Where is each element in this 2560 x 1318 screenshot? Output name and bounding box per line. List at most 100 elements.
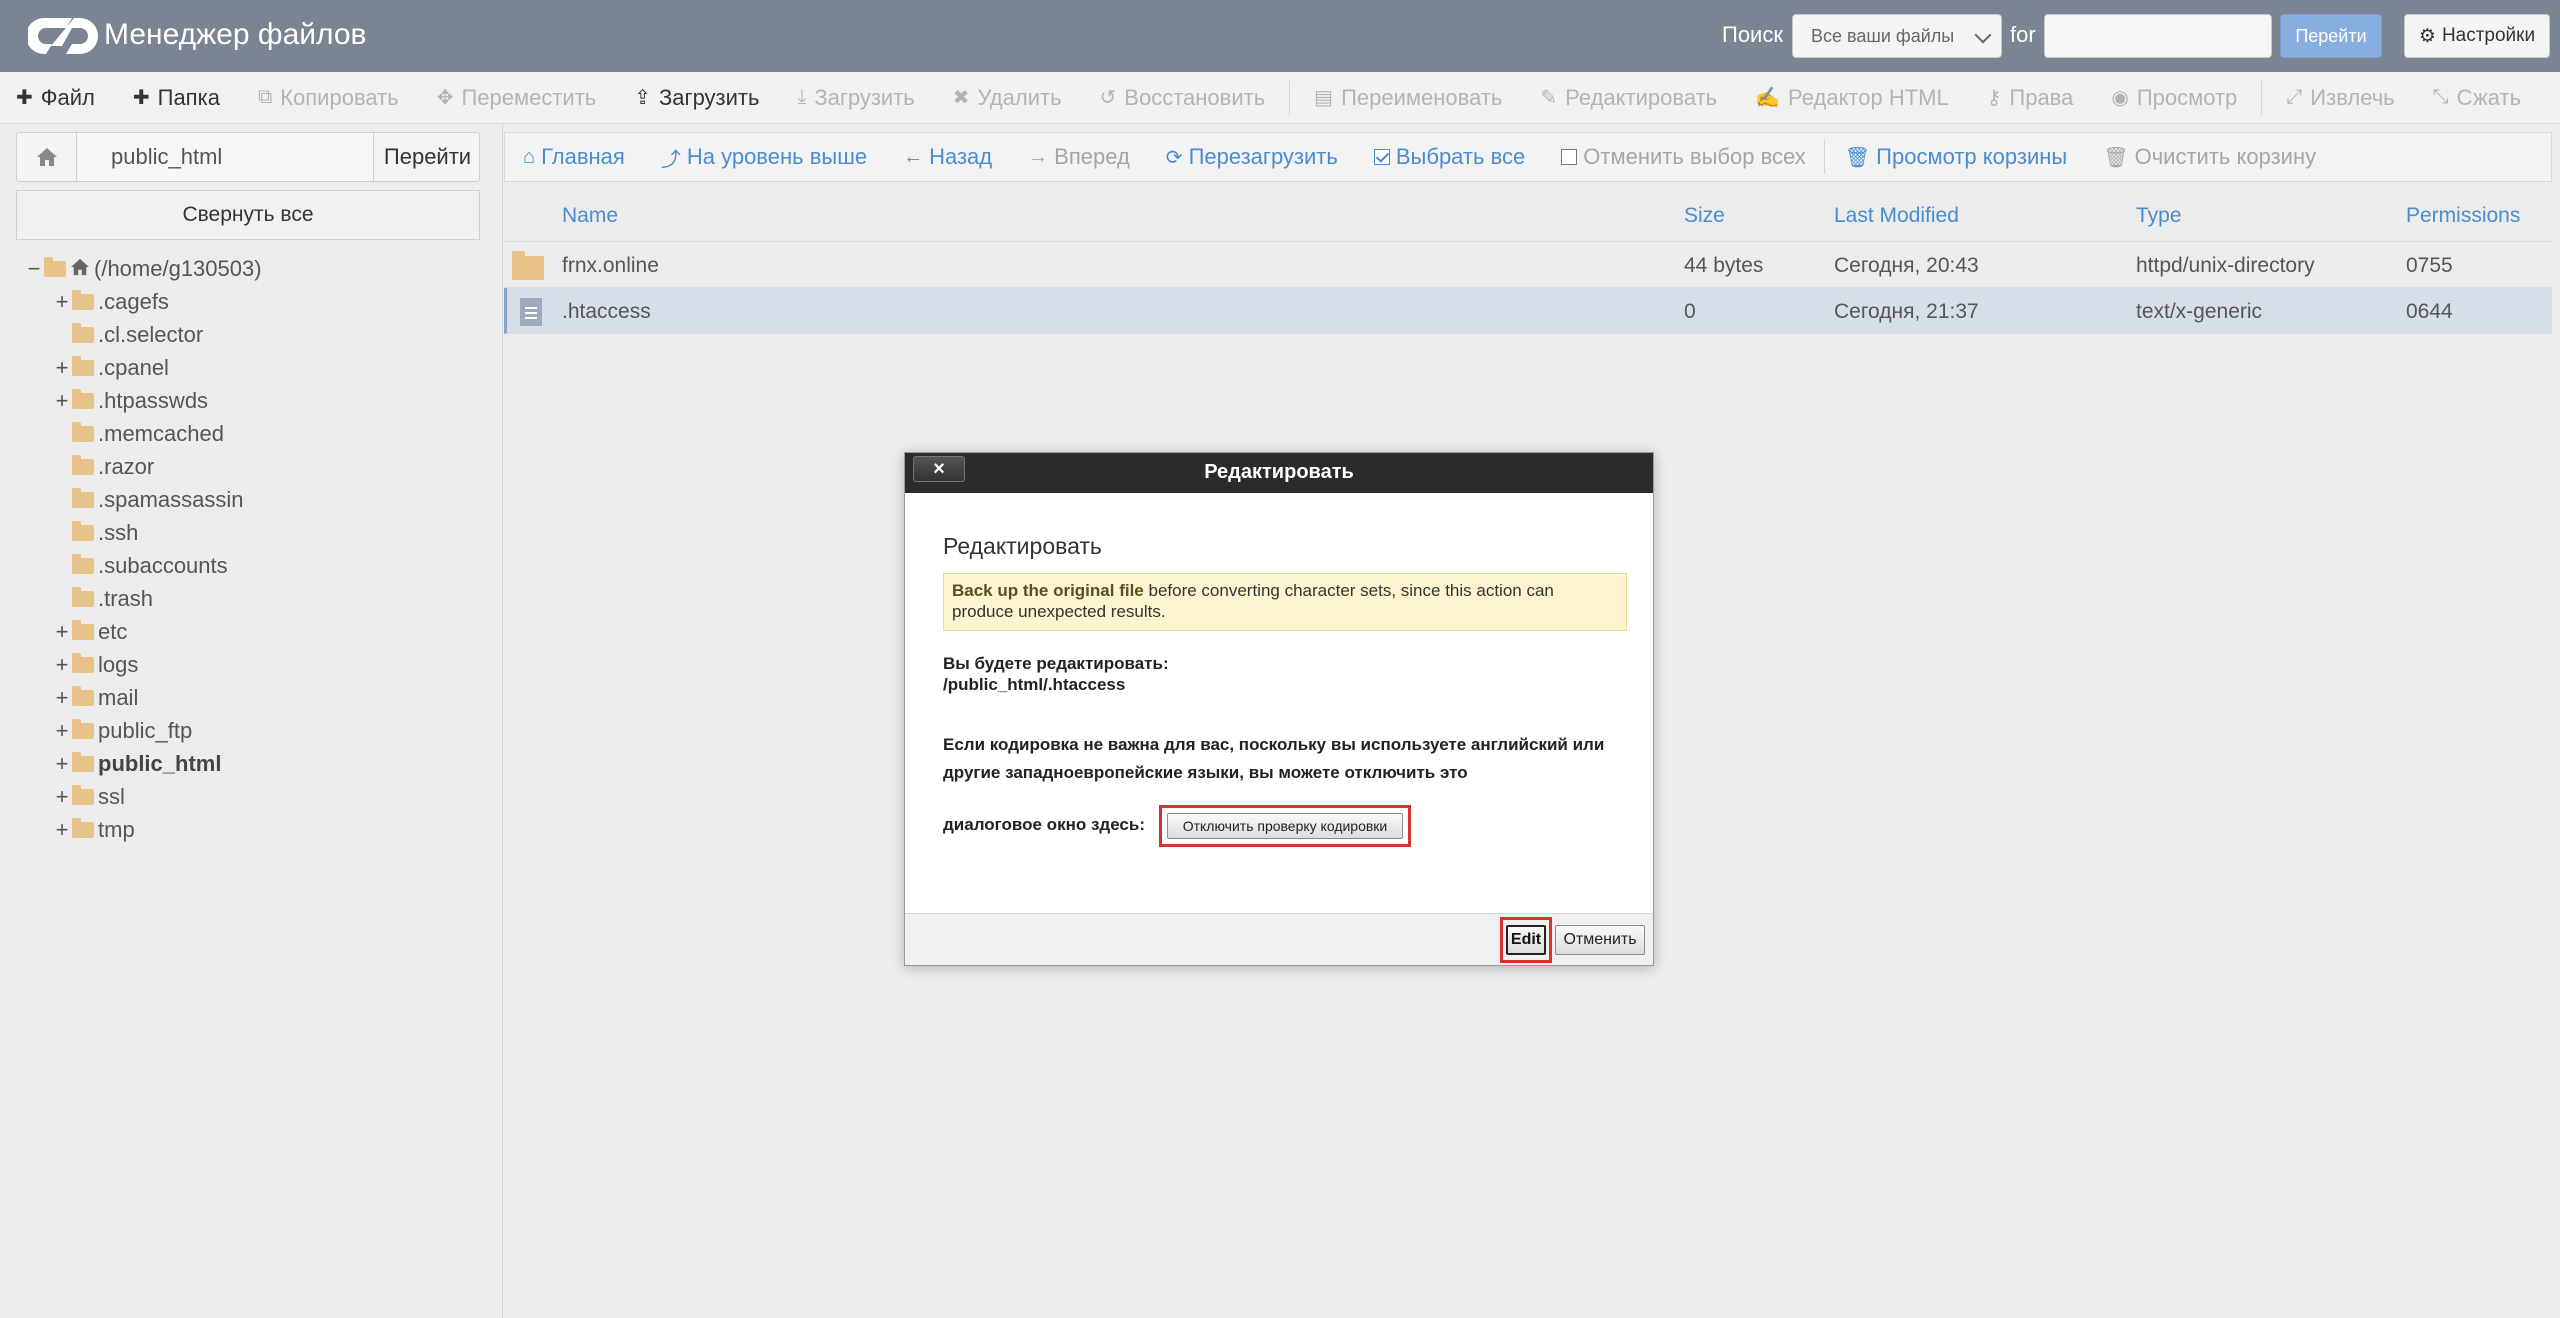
tree-item[interactable]: .trash [54,584,153,614]
new-file-button[interactable]: ✚ Файл [16,85,95,111]
dialog-header: Редактировать × [905,453,1653,493]
close-button[interactable]: × [913,456,965,482]
back-button[interactable]: ← Назад [903,144,992,170]
folder-icon [72,818,94,838]
expand-icon[interactable]: + [54,619,70,645]
close-icon: ✖ [952,87,970,109]
folder-icon [72,455,94,475]
upload-icon: ⇪ [634,87,652,109]
trash-icon: 🗑 [1844,146,1871,169]
level-up-button[interactable]: ⤴ На уровень выше [661,143,867,172]
checkbox-checked-icon [1373,149,1390,165]
folder-icon [72,785,94,805]
chevron-down-icon [1974,26,1992,44]
home-nav-button[interactable]: ⌂ Главная [523,144,625,170]
home-icon[interactable] [17,133,77,181]
tree-item[interactable]: + public_ftp [54,716,193,746]
download-button[interactable]: ⤓ Загрузить [797,85,914,111]
permissions-button[interactable]: ⚷ Права [1987,85,2074,111]
select-all-button[interactable]: Выбрать все [1373,144,1525,170]
reload-button[interactable]: ⟳ Перезагрузить [1166,144,1338,170]
search-go-button[interactable]: Перейти [2280,14,2382,58]
editing-label: Вы будете редактировать: [943,654,1169,673]
trash-icon: 🗑 [2103,146,2129,169]
expand-icon[interactable]: + [54,388,70,414]
settings-button[interactable]: ⚙ Настройки [2404,14,2550,58]
expand-icon[interactable]: + [54,751,70,777]
copy-button[interactable]: ⧉ Копировать [258,85,399,111]
file-modified: Сегодня, 21:37 [1834,300,1979,323]
file-permissions: 0755 [2406,254,2453,277]
copy-icon: ⧉ [257,86,273,108]
rename-button[interactable]: ▤ Переименовать [1314,85,1502,111]
tree-item[interactable]: + tmp [54,815,135,845]
path-go-button[interactable]: Перейти [373,133,481,181]
move-button[interactable]: ✥ Переместить [437,85,597,111]
disable-encoding-check-button[interactable]: Отключить проверку кодировки [1167,813,1403,839]
edit-button[interactable]: Edit [1506,925,1546,955]
table-row[interactable]: frnx.online 44 bytes Сегодня, 20:43 http… [504,242,2552,288]
upload-button[interactable]: ⇪ Загрузить [634,85,759,111]
html-editor-button[interactable]: ✍ Редактор HTML [1755,85,1949,111]
edit-toolbar-button[interactable]: ✎ Редактировать [1540,85,1717,111]
checkbox-empty-icon [1561,149,1578,165]
column-header-type[interactable]: Type [2136,204,2182,228]
cpanel-logo-icon [28,18,98,54]
path-input[interactable]: public_html [77,133,373,181]
arrow-left-icon: ← [903,145,924,168]
tree-item[interactable]: + logs [54,650,139,680]
tree-item[interactable]: .ssh [54,518,138,548]
expand-icon[interactable]: + [54,355,70,381]
compress-button[interactable]: ⤡ Сжать [2433,85,2521,111]
collapse-icon[interactable]: − [26,256,42,282]
search-scope-select[interactable]: Все ваши файлы [1792,14,2002,58]
expand-icon[interactable]: + [54,817,70,843]
expand-icon[interactable]: + [54,784,70,810]
dialog-body: Редактировать Back up the original file … [905,493,1653,913]
restore-button[interactable]: ↺ Восстановить [1100,85,1266,111]
empty-trash-button[interactable]: 🗑 Очистить корзину [2103,144,2316,170]
eye-icon: ◉ [2111,87,2129,109]
forward-button[interactable]: → Вперед [1028,144,1130,170]
tree-item[interactable]: + ssl [54,782,125,812]
folder-icon [72,422,94,442]
tree-item-public-html[interactable]: + public_html [54,749,222,779]
tree-item[interactable]: + .cpanel [54,353,169,383]
plus-icon: ✚ [16,87,33,109]
delete-button[interactable]: ✖ Удалить [953,85,1062,111]
tree-item[interactable]: .spamassassin [54,485,244,515]
tree-item[interactable]: .cl.selector [54,320,203,350]
extract-button[interactable]: ⤢ Извлечь [2286,85,2394,111]
file-icon [515,298,542,326]
view-button[interactable]: ◉ Просмотр [2111,85,2237,111]
folder-icon [72,686,94,706]
expand-icon[interactable]: + [54,685,70,711]
tree-item[interactable]: − (/home/g130503) [26,254,262,284]
collapse-all-button[interactable]: Свернуть все [16,190,480,240]
tree-item[interactable]: .memcached [54,419,224,449]
expand-icon[interactable]: + [54,652,70,678]
main-toolbar: ✚ Файл ✚ Папка ⧉ Копировать ✥ Переместить ⇪ З… [0,72,2560,124]
new-folder-button[interactable]: ✚ Папка [133,85,220,111]
unselect-all-button[interactable]: Отменить выбор всех [1561,144,1806,170]
tree-item[interactable]: .subaccounts [54,551,228,581]
view-trash-button[interactable]: 🗑 Просмотр корзины [1845,144,2067,170]
folder-icon [72,521,94,541]
navigation-bar: ⌂ Главная ⤴ На уровень выше ← Назад → Вперед… [504,132,2552,182]
column-header-name[interactable]: Name [562,204,618,228]
column-header-size[interactable]: Size [1684,204,1725,228]
tree-item[interactable]: + .htpasswds [54,386,209,416]
expand-icon[interactable]: + [54,289,70,315]
table-row-selected[interactable]: .htaccess 0 Сегодня, 21:37 text/x-generi… [504,288,2552,334]
column-header-modified[interactable]: Last Modified [1834,204,1959,228]
dialog-footer: Edit Отменить [905,913,1653,965]
panel-divider [502,124,503,1318]
search-input[interactable] [2044,14,2272,58]
tree-item[interactable]: + mail [54,683,139,713]
column-header-permissions[interactable]: Permissions [2406,204,2520,228]
tree-item[interactable]: .razor [54,452,154,482]
tree-item[interactable]: + .cagefs [54,287,169,317]
expand-icon[interactable]: + [54,718,70,744]
cancel-button[interactable]: Отменить [1555,925,1645,955]
tree-item[interactable]: + etc [54,617,128,647]
